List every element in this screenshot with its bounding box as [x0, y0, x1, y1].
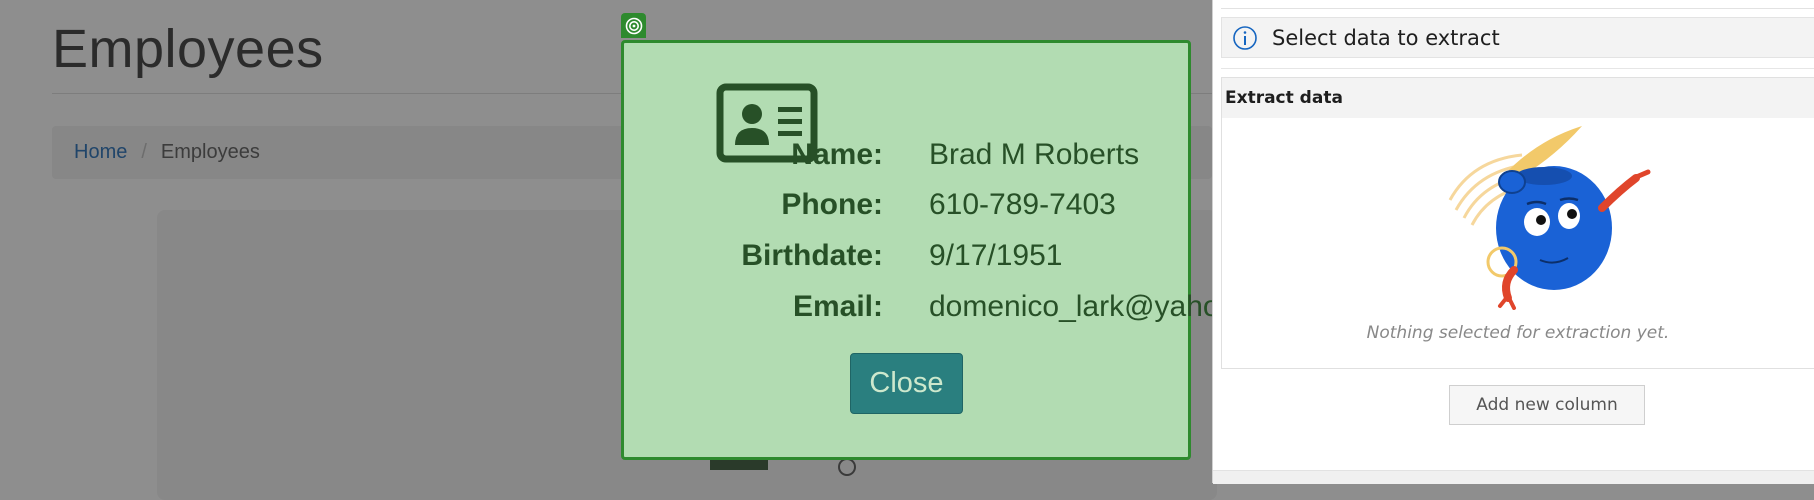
- extraction-panel: Select data to extract Extract data Noth…: [1212, 0, 1814, 484]
- name-value: Brad M Roberts: [929, 138, 1140, 171]
- breadcrumb-home-link[interactable]: Home: [74, 141, 127, 164]
- panel-top-divider: [1221, 8, 1814, 9]
- panel-bottom-bar: [1213, 470, 1814, 484]
- background-icon-fragment: [838, 458, 856, 476]
- phone-value: 610-789-7403: [929, 188, 1116, 221]
- employee-detail-modal: Name: Brad M Roberts Phone: 610-789-7403…: [621, 40, 1220, 460]
- background-button-fragment: [710, 460, 768, 470]
- info-text: Select data to extract: [1272, 25, 1500, 50]
- birthdate-label: Birthdate:: [741, 239, 883, 272]
- close-button[interactable]: Close: [850, 353, 963, 414]
- robot-mascot-icon: [1448, 126, 1651, 310]
- target-icon[interactable]: [621, 13, 646, 38]
- page-title: Employees: [52, 19, 324, 79]
- email-label: Email:: [792, 290, 883, 323]
- name-label: Name:: [791, 138, 883, 171]
- add-new-column-button[interactable]: Add new column: [1449, 385, 1645, 425]
- email-value: domenico_lark@yaho: [929, 290, 1220, 323]
- info-bar: Select data to extract: [1221, 17, 1814, 58]
- extract-data-section: Extract data Nothing selected for extrac…: [1221, 77, 1814, 369]
- info-icon: [1233, 25, 1257, 50]
- extract-data-title: Extract data: [1222, 78, 1814, 118]
- breadcrumb-separator: /: [141, 141, 147, 163]
- breadcrumb-current: Employees: [160, 141, 260, 163]
- section-divider: [1221, 68, 1814, 69]
- phone-label: Phone:: [781, 188, 883, 221]
- birthdate-value: 9/17/1951: [929, 239, 1063, 272]
- empty-state-text: Nothing selected for extraction yet.: [1366, 323, 1670, 343]
